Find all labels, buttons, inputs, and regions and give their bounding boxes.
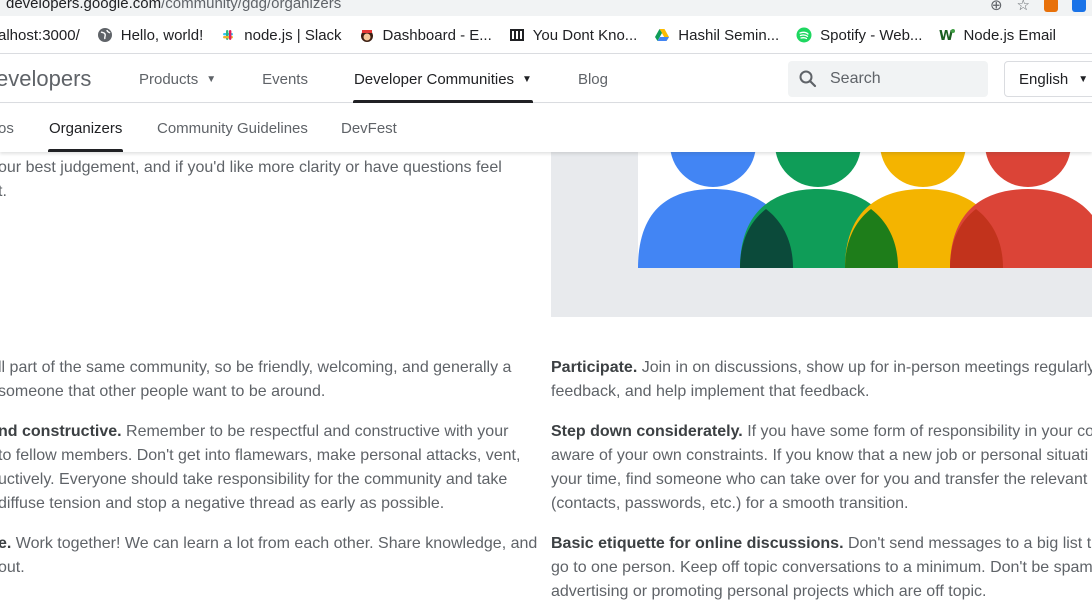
tab-programs[interactable]: os (0, 104, 14, 152)
nav-label: Developer Communities (353, 70, 515, 88)
guideline-heading: Participate. (551, 359, 638, 376)
bookmark-star-icon[interactable]: ☆ (1017, 0, 1030, 14)
search-input[interactable] (828, 69, 978, 89)
text-line: uctively. Everyone should take responsib… (0, 471, 508, 488)
main-nav: Products ▼ Events Developer Communities … (139, 55, 654, 103)
bookmark-label: alhost:3000/ (0, 26, 80, 44)
text-line: someone that other people want to be aro… (0, 383, 326, 400)
yellow-head-shape (880, 152, 966, 187)
tab-label: Organizers (49, 119, 123, 137)
main-content: our best judgement, and if you'd like mo… (0, 152, 1092, 614)
bookmark-label: Hello, world! (120, 26, 204, 44)
text-line: to fellow members. Don't get into flamew… (0, 447, 521, 464)
bookmark-label: You Dont Kno... (532, 26, 638, 44)
caret-down-icon: ▼ (206, 73, 217, 85)
book-icon (509, 27, 525, 43)
bookmark-hashil[interactable]: Hashil Semin... (654, 27, 779, 44)
text-line: aware of your own constraints. If you kn… (551, 447, 1089, 464)
language-selector[interactable]: English ▼ (1004, 61, 1092, 97)
bookmark-label: Spotify - Web... (820, 26, 923, 44)
guideline-heading: Step down considerately. (551, 423, 743, 440)
profile-icon[interactable] (1072, 0, 1086, 12)
tab-organizers[interactable]: Organizers (47, 104, 124, 152)
slack-icon (220, 27, 236, 43)
nav-developer-communities[interactable]: Developer Communities ▼ (352, 55, 533, 103)
guideline-step-down: Step down considerately. If you have som… (551, 420, 1092, 516)
tab-label: Community Guidelines (157, 119, 308, 137)
globe-icon (97, 27, 113, 43)
tab-label: DevFest (341, 119, 397, 137)
red-head-shape (985, 152, 1071, 187)
bookmark-dashboard[interactable]: Dashboard - E... (359, 27, 492, 44)
text-line: (contacts, passwords, etc.) for a smooth… (551, 495, 909, 512)
w-icon: W (939, 27, 956, 43)
bookmark-label: Node.js Email (963, 26, 1056, 44)
guideline-heading: e. (0, 535, 12, 552)
bookmark-hello-world[interactable]: Hello, world! (97, 26, 204, 44)
bookmark-label: Dashboard - E... (382, 26, 492, 44)
bookmarks-bar: alhost:3000/ Hello, world! node.js | Sla… (0, 17, 1092, 54)
extension-icon[interactable] (1044, 0, 1058, 12)
text-line: feedback, and help implement that feedba… (551, 383, 870, 400)
text-line: Remember to be respectful and constructi… (121, 423, 509, 440)
bookmark-nodejs-email[interactable]: W Node.js Email (939, 27, 1056, 44)
drive-icon (654, 27, 670, 43)
guideline-friendly: ll part of the same community, so be fri… (0, 356, 511, 404)
bookmark-ydkjs[interactable]: You Dont Kno... (509, 26, 638, 44)
url-host: developers.google.com (6, 0, 162, 12)
search-icon (799, 70, 817, 88)
language-label: English (1019, 70, 1069, 88)
nav-label: Products (139, 70, 199, 88)
search-box[interactable] (788, 61, 988, 97)
bookmark-label: Hashil Semin... (678, 26, 780, 44)
address-bar[interactable]: developers.google.com/community/gdg/orga… (0, 0, 1092, 16)
spotify-icon (796, 27, 812, 43)
tab-label: os (0, 119, 14, 137)
text-line: Work together! We can learn a lot from e… (11, 535, 538, 552)
text-line: ll part of the same community, so be fri… (0, 359, 512, 376)
nav-events[interactable]: Events (262, 55, 308, 103)
tab-community-guidelines[interactable]: Community Guidelines (157, 104, 308, 152)
guideline-participate: Participate. Join in on discussions, sho… (551, 356, 1092, 404)
text-line: your time, find someone who can take ove… (551, 471, 1092, 488)
nav-blog[interactable]: Blog (578, 55, 608, 103)
people-illustration (638, 152, 1092, 268)
bookmark-spotify[interactable]: Spotify - Web... (796, 27, 922, 44)
text-line: Join in on discussions, show up for in-p… (637, 359, 1092, 376)
caret-down-icon: ▼ (522, 73, 532, 85)
text-line: diffuse tension and stop a negative thre… (0, 495, 445, 512)
guideline-etiquette: Basic etiquette for online discussions. … (551, 532, 1092, 604)
url-path: /community/gdg/organizers (161, 0, 342, 12)
install-icon[interactable]: ⊕ (990, 0, 1003, 14)
bookmark-localhost[interactable]: alhost:3000/ (0, 27, 80, 44)
text-line: our best judgement, and if you'd like mo… (0, 159, 502, 176)
intro-paragraph: our best judgement, and if you'd like mo… (0, 156, 502, 204)
site-header: evelopers Products ▼ Events Developer Co… (0, 55, 1092, 103)
bookmark-label: node.js | Slack (244, 26, 342, 44)
sub-nav: os Organizers Community Guidelines DevFe… (0, 104, 1092, 152)
text-line: go to one person. Keep off topic convers… (551, 559, 1092, 576)
green-head-shape (775, 152, 861, 187)
text-line: advertising or promoting personal projec… (551, 583, 987, 600)
blue-head-shape (670, 152, 756, 187)
text-line: Don't send messages to a big list that (843, 535, 1092, 552)
nav-products[interactable]: Products ▼ (139, 55, 216, 103)
guideline-collaborative: e. Work together! We can learn a lot fro… (0, 532, 537, 580)
guideline-constructive: nd constructive. Remember to be respectf… (0, 420, 520, 516)
text-line: If you have some form of responsibility … (742, 423, 1092, 440)
text-line: out. (0, 559, 25, 576)
url-text[interactable]: developers.google.com/community/gdg/orga… (6, 0, 341, 12)
dashboard-icon (359, 27, 375, 43)
nav-label: Events (262, 70, 308, 88)
developers-logo[interactable]: evelopers (0, 66, 91, 92)
tab-devfest[interactable]: DevFest (341, 104, 397, 152)
bookmark-slack[interactable]: node.js | Slack (220, 26, 342, 44)
guideline-heading: nd constructive. (0, 423, 122, 440)
guideline-heading: Basic etiquette for online discussions. (551, 535, 844, 552)
text-line: t. (0, 183, 7, 200)
nav-label: Blog (577, 70, 608, 88)
caret-down-icon: ▼ (1078, 73, 1089, 85)
